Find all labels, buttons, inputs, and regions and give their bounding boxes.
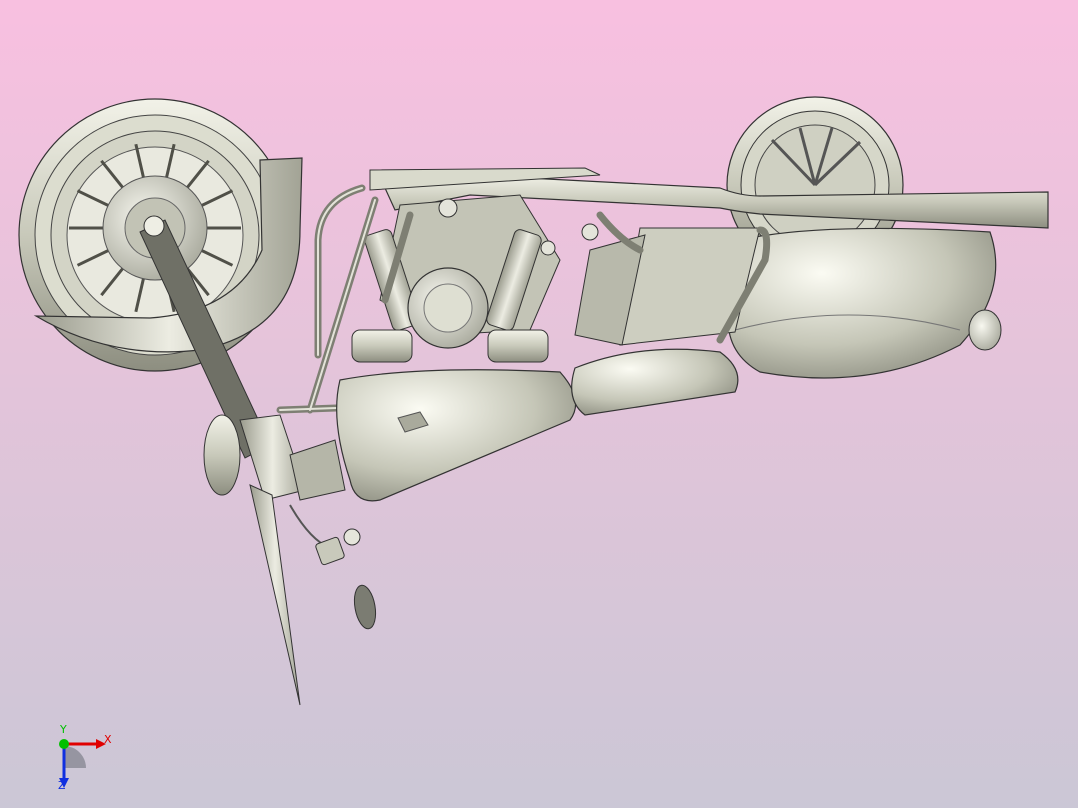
motorcycle-model[interactable] (0, 0, 1078, 808)
headlight-assembly[interactable] (289, 504, 379, 630)
x-axis-label: X (104, 733, 112, 746)
fuel-tank[interactable] (336, 369, 577, 502)
3d-viewport[interactable]: X Y Z (0, 0, 1078, 808)
y-axis-dot (59, 739, 69, 749)
y-axis-label: Y (60, 723, 67, 736)
seat[interactable] (571, 348, 739, 416)
triad-plane-icon (64, 746, 86, 768)
orientation-triad: X Y Z (48, 724, 128, 798)
z-axis-label: Z (58, 779, 66, 792)
